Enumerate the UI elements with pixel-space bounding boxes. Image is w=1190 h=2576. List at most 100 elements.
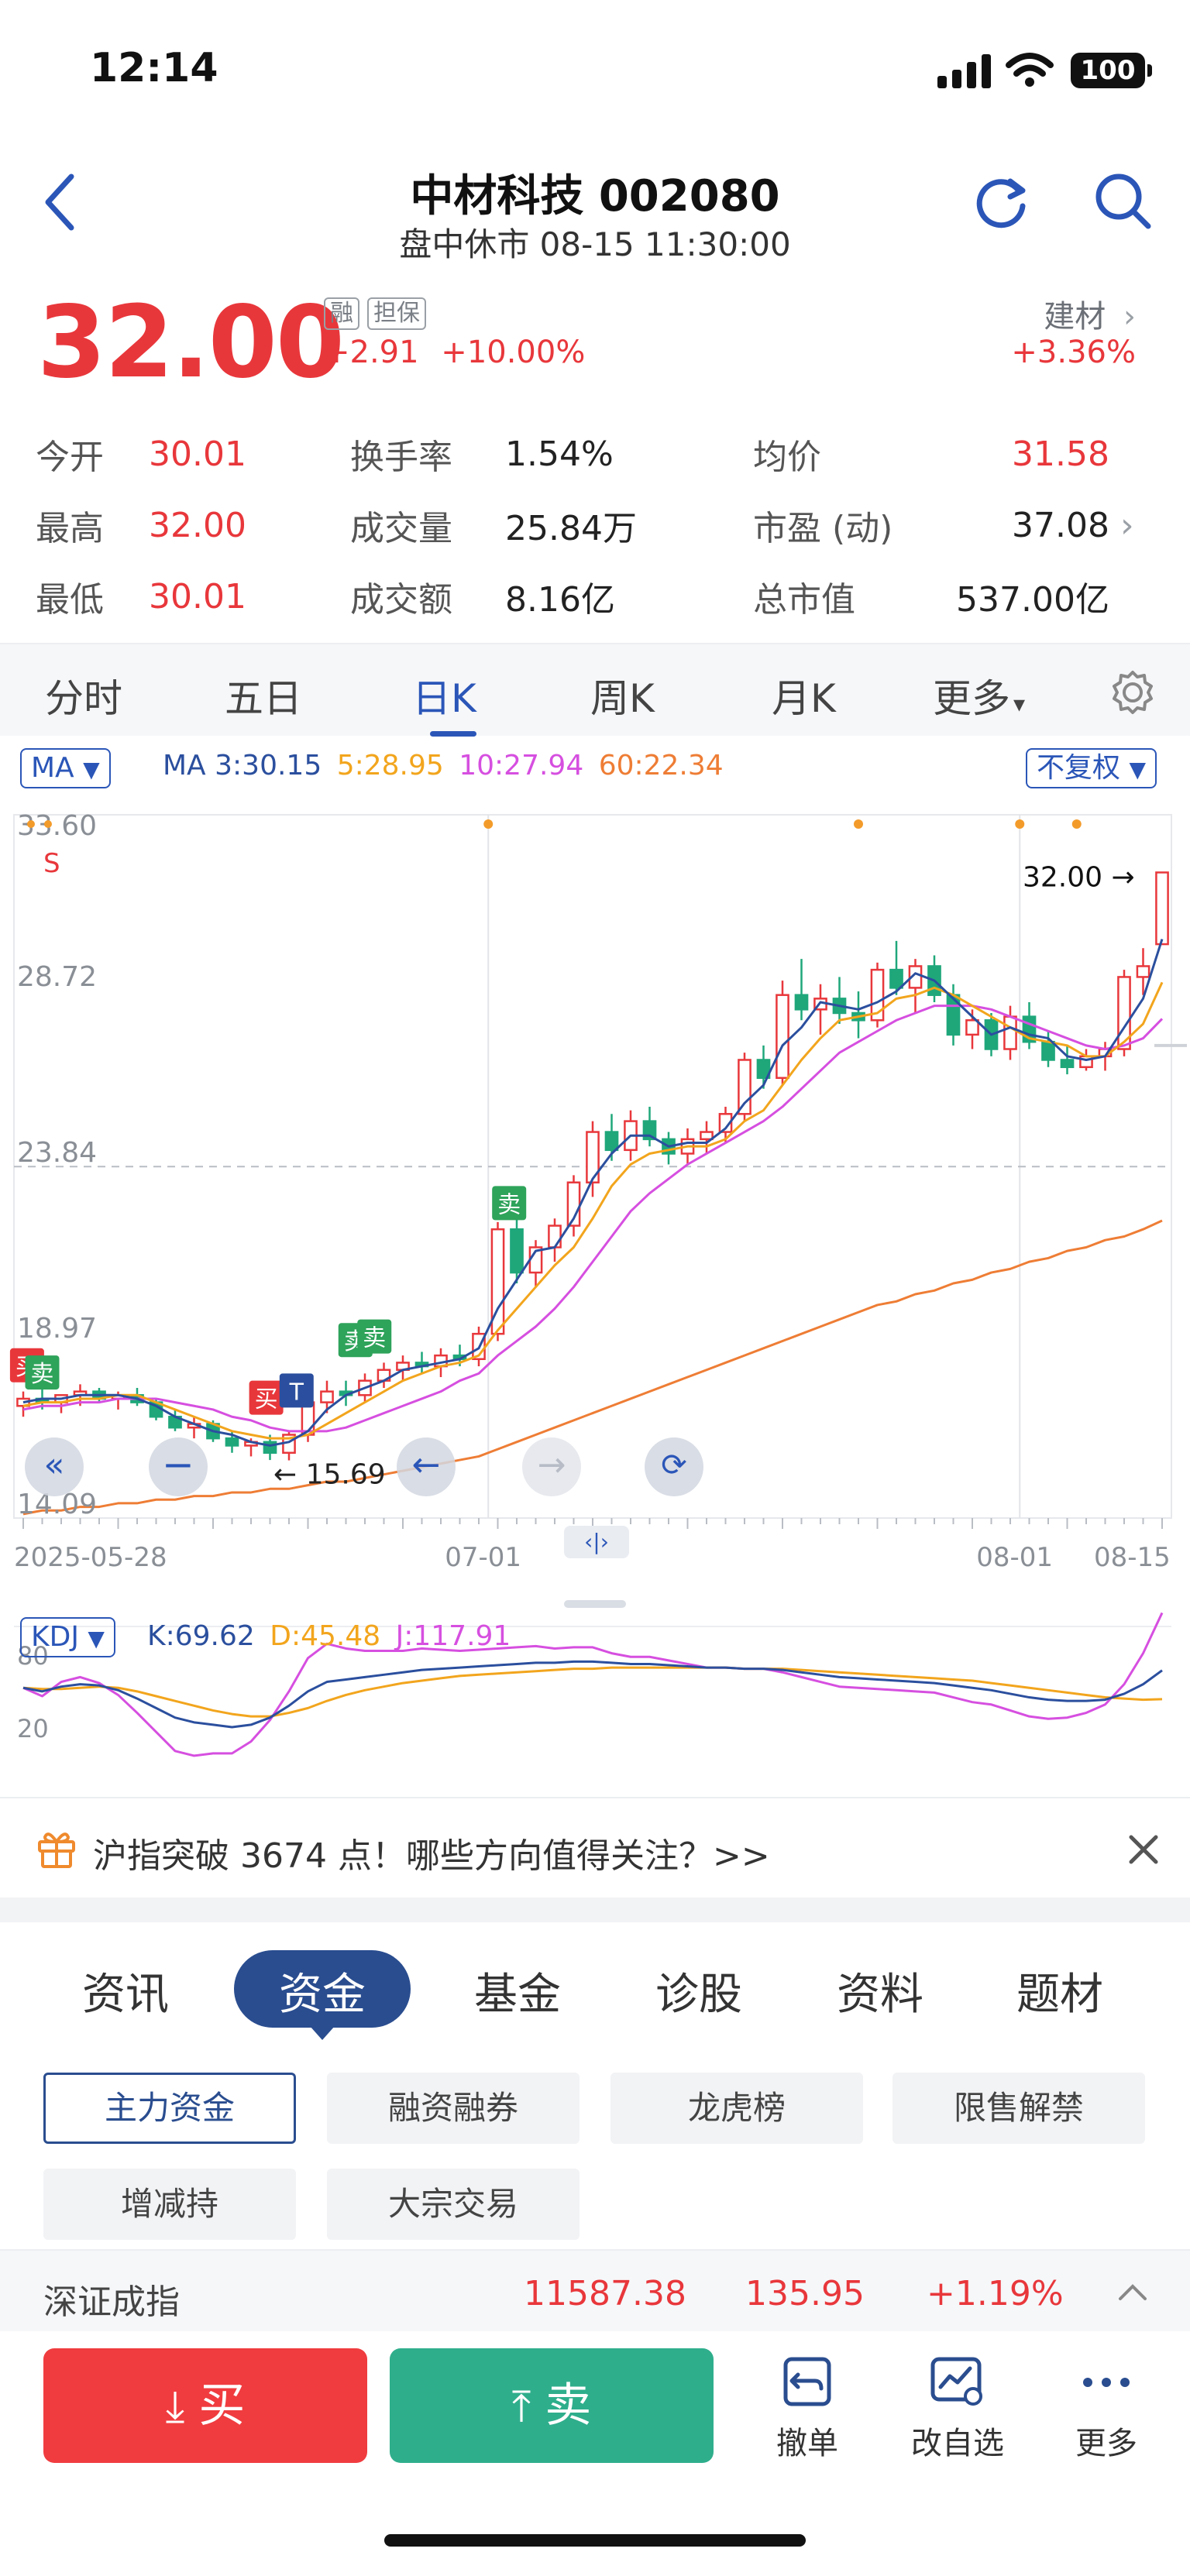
candle-body xyxy=(1041,1040,1055,1061)
buy-label: 买 xyxy=(198,2379,246,2433)
tab-news[interactable]: 资讯 xyxy=(82,1959,169,2022)
more-button[interactable]: 更多 xyxy=(1044,2354,1168,2463)
d-value: D:45.48 xyxy=(270,1620,381,1652)
caret-down-icon: ▼ xyxy=(1129,757,1147,782)
watchlist-icon xyxy=(930,2357,982,2406)
avg-label: 均价 xyxy=(753,438,821,477)
panel-drag-handle[interactable] xyxy=(564,1600,626,1608)
tab-more[interactable]: 更多 ▾ xyxy=(933,668,1025,723)
tab-more-label: 更多 xyxy=(933,676,1010,721)
edit-watchlist-label: 改自选 xyxy=(911,2426,1004,2461)
low-label: 最低 xyxy=(36,580,104,620)
candle-body xyxy=(1079,1055,1093,1069)
rotate-icon[interactable]: ⟳ xyxy=(645,1437,703,1496)
zoom-out-button[interactable]: − xyxy=(149,1437,208,1496)
candle-body xyxy=(776,994,789,1079)
event-marker xyxy=(1015,819,1025,829)
kdj-y-label: 20 xyxy=(17,1714,49,1743)
index-change-pct: +1.19% xyxy=(927,2274,1064,2313)
open-label: 今开 xyxy=(36,438,104,477)
tab-five-day[interactable]: 五日 xyxy=(225,668,302,723)
tab-diagnose[interactable]: 诊股 xyxy=(655,1959,742,2022)
low-value: 30.01 xyxy=(149,576,246,617)
kdj-d-line xyxy=(22,1666,1163,1718)
chevron-right-icon: › xyxy=(1123,299,1136,335)
k-value: K:69.62 xyxy=(147,1620,255,1652)
news-banner[interactable]: 沪指突破 3674 点！哪些方向值得关注？>> xyxy=(0,1797,1190,1898)
sell-label: 卖 xyxy=(545,2379,592,2433)
chevron-right-icon[interactable]: › xyxy=(1120,506,1134,545)
event-marker xyxy=(44,820,52,828)
tab-theme[interactable]: 题材 xyxy=(1016,1959,1103,2022)
more-dots-icon xyxy=(1083,2378,1130,2387)
gift-icon xyxy=(38,1832,75,1868)
volume-label: 成交量 xyxy=(350,509,452,548)
download-icon: ⤓ xyxy=(165,2382,185,2432)
close-icon[interactable] xyxy=(1128,1834,1159,1865)
sector-link[interactable]: 建材 › xyxy=(1044,291,1136,336)
sell-signal-badge-text: 卖 xyxy=(497,1191,521,1218)
chip-block-trade[interactable]: 大宗交易 xyxy=(327,2169,580,2240)
cancel-order-button[interactable]: 撤单 xyxy=(745,2354,869,2463)
tab-weekly-k[interactable]: 周K xyxy=(590,668,655,723)
s-label: S xyxy=(43,848,60,879)
open-value: 30.01 xyxy=(149,434,246,474)
edit-watchlist-button[interactable]: 改自选 xyxy=(896,2354,1020,2463)
y-axis-labels: 33.6028.7223.8418.9714.09 xyxy=(17,810,97,1520)
x-tick-label: 08-01 xyxy=(976,1542,1053,1573)
chip-margin[interactable]: 融资融券 xyxy=(327,2073,580,2144)
tab-monthly-k[interactable]: 月K xyxy=(772,668,836,723)
chip-dragon-tiger[interactable]: 龙虎榜 xyxy=(610,2073,863,2144)
buy-button[interactable]: ⤓ 买 xyxy=(43,2348,367,2463)
upload-icon: ⤒ xyxy=(511,2382,531,2432)
tab-funds[interactable]: 资金 xyxy=(279,1959,366,2022)
mcap-value: 537.00亿 xyxy=(956,580,1109,620)
amount-label: 成交额 xyxy=(350,580,452,620)
chevron-up-icon[interactable] xyxy=(1117,2280,1148,2303)
gear-icon[interactable] xyxy=(1109,669,1156,716)
candle-body xyxy=(604,1131,619,1152)
home-indicator xyxy=(384,2534,806,2547)
tab-profile[interactable]: 资料 xyxy=(837,1959,923,2022)
adjust-selector[interactable]: 不复权 ▼ xyxy=(1026,748,1157,788)
tab-daily-k[interactable]: 日K xyxy=(412,668,476,723)
high-value: 32.00 xyxy=(149,505,246,545)
kdj-k-line xyxy=(22,1660,1163,1729)
section-divider xyxy=(0,1898,1190,1922)
ma3-value: MA 3:30.15 xyxy=(163,750,322,781)
search-icon[interactable] xyxy=(1092,170,1154,232)
ma-selector[interactable]: MA ▼ xyxy=(20,748,111,788)
margin-tag: 融 xyxy=(324,297,359,330)
current-price: 32.00 xyxy=(37,285,345,400)
change-percent: +10.00% xyxy=(441,335,586,370)
tab-intraday[interactable]: 分时 xyxy=(45,668,122,723)
x-tick-label: 07-01 xyxy=(445,1542,521,1573)
ma10-value: 10:27.94 xyxy=(459,750,584,781)
amount-value: 8.16亿 xyxy=(505,580,615,620)
tab-fund[interactable]: 基金 xyxy=(474,1959,561,2022)
chart-grid xyxy=(13,814,1187,1519)
refresh-icon[interactable] xyxy=(972,172,1030,231)
cancel-order-label: 撤单 xyxy=(776,2426,838,2461)
candle-body xyxy=(1003,1015,1017,1050)
chip-holdings-change[interactable]: 增减持 xyxy=(43,2169,296,2240)
kdj-selector[interactable]: KDJ ▼ xyxy=(20,1617,115,1657)
scroll-left-fast-button[interactable]: « xyxy=(25,1437,84,1496)
index-bar[interactable]: 深证成指 11587.38 135.95 +1.19% xyxy=(0,2249,1190,2331)
chip-main-funds[interactable]: 主力资金 xyxy=(43,2073,296,2144)
candle-body xyxy=(794,994,809,1011)
chip-unlock[interactable]: 限售解禁 xyxy=(892,2073,1145,2144)
banner-text: 沪指突破 3674 点！哪些方向值得关注？>> xyxy=(93,1836,770,1876)
more-label: 更多 xyxy=(1075,2426,1137,2461)
battery-indicator: 100 xyxy=(1071,53,1152,88)
scroll-left-button[interactable]: ← xyxy=(397,1437,456,1496)
status-bar: 12:14 100 xyxy=(0,0,1190,139)
scroll-right-button[interactable]: → xyxy=(522,1437,581,1496)
range-handle[interactable]: ‹|› xyxy=(564,1526,629,1558)
candle-body xyxy=(1060,1059,1075,1069)
sell-button[interactable]: ⤒ 卖 xyxy=(390,2348,714,2463)
pe-value: 37.08 xyxy=(1012,505,1109,545)
candle-body xyxy=(510,1228,524,1274)
tags: 融 担保 xyxy=(324,297,426,330)
event-marker xyxy=(483,819,494,829)
